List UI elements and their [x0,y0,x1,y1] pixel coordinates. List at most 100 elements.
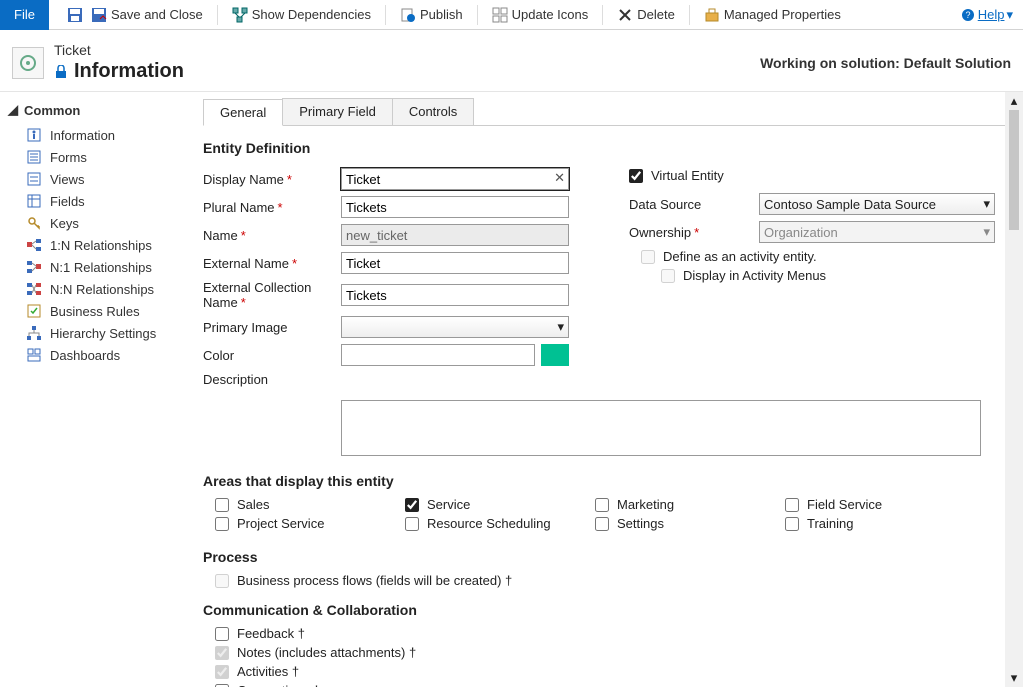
area-label: Settings [617,516,664,531]
help-icon: ? [960,7,976,23]
show-dependencies-button[interactable]: Show Dependencies [224,0,379,30]
area-checkbox[interactable] [215,498,229,512]
label-name: Name [203,228,341,243]
sidebar-item-label: Business Rules [50,304,140,319]
sidebar-item-label: Information [50,128,115,143]
sidebar-item-label: Dashboards [50,348,120,363]
help-label: Help [978,7,1005,22]
svg-text:?: ? [965,10,970,20]
save-close-icon [91,7,107,23]
update-icons-label: Update Icons [512,7,589,22]
sidebar-item-views[interactable]: Views [8,168,187,190]
area-item-project-service: Project Service [203,516,393,531]
display-name-input[interactable] [341,168,569,190]
toolbar: File Save and Close Show Dependencies Pu… [0,0,1023,30]
data-source-select[interactable]: Contoso Sample Data Source▾ [759,193,995,215]
publish-label: Publish [420,7,463,22]
color-input[interactable] [341,344,535,366]
delete-label: Delete [637,7,675,22]
sidebar-item-keys[interactable]: Keys [8,212,187,234]
managed-properties-button[interactable]: Managed Properties [696,0,849,30]
area-item-service: Service [393,497,583,512]
delete-button[interactable]: Delete [609,0,683,30]
sidebar-item-fields[interactable]: Fields [8,190,187,212]
sidebar-item-n-n-relationships[interactable]: N:N Relationships [8,278,187,300]
label-color: Color [203,348,341,363]
save-icon[interactable] [67,7,83,23]
area-checkbox[interactable] [595,517,609,531]
area-checkbox[interactable] [405,517,419,531]
external-collection-name-input[interactable] [341,284,569,306]
scroll-up-icon[interactable]: ▴ [1005,92,1023,110]
sidebar-item-1-n-relationships[interactable]: 1:N Relationships [8,234,187,256]
tab-controls[interactable]: Controls [392,98,474,125]
sidebar-item-label: Fields [50,194,85,209]
sidebar-item-dashboards[interactable]: Dashboards [8,344,187,366]
label-external-collection-name: External Collection Name [203,280,341,310]
sidebar-group-common[interactable]: ◢ Common [8,102,187,118]
area-checkbox[interactable] [785,498,799,512]
save-and-close-label: Save and Close [111,7,203,22]
virtual-entity-checkbox[interactable] [629,169,643,183]
primary-image-select[interactable]: ▾ [341,316,569,338]
name-input [341,224,569,246]
label-virtual-entity: Virtual Entity [651,168,724,183]
sidebar-item-label: Keys [50,216,79,231]
area-checkbox[interactable] [405,498,419,512]
sidebar: ◢ Common Information Forms Views Fields Keys… [0,92,195,687]
comm-checkbox[interactable] [215,627,229,641]
comm-checkbox[interactable] [215,684,229,687]
tab-general[interactable]: General [203,99,283,126]
sidebar-item-label: Hierarchy Settings [50,326,156,341]
section-areas: Areas that display this entity [203,473,995,489]
area-label: Training [807,516,853,531]
sidebar-item-business-rules[interactable]: Business Rules [8,300,187,322]
area-item-sales: Sales [203,497,393,512]
scroll-down-icon[interactable]: ▾ [1005,669,1023,687]
sidebar-item-label: Forms [50,150,87,165]
sidebar-item-hierarchy-settings[interactable]: Hierarchy Settings [8,322,187,344]
publish-icon [400,7,416,23]
file-menu[interactable]: File [0,0,49,30]
label-display-activity-menus: Display in Activity Menus [683,268,826,283]
color-swatch[interactable] [541,344,569,366]
label-data-source: Data Source [629,197,759,212]
comm-item: Activities † [215,664,995,679]
sidebar-item-label: N:N Relationships [50,282,154,297]
sidebar-item-forms[interactable]: Forms [8,146,187,168]
dependencies-icon [232,7,248,23]
sidebar-item-label: N:1 Relationships [50,260,152,275]
plural-name-input[interactable] [341,196,569,218]
comm-label: Activities † [237,664,299,679]
comm-label: Notes (includes attachments) † [237,645,416,660]
area-checkbox[interactable] [785,517,799,531]
help-link[interactable]: ? Help ▾ [960,7,1013,23]
vertical-scrollbar[interactable]: ▴ ▾ [1005,92,1023,687]
publish-button[interactable]: Publish [392,0,471,30]
external-name-input[interactable] [341,252,569,274]
area-label: Sales [237,497,270,512]
section-process: Process [203,549,995,565]
area-checkbox[interactable] [595,498,609,512]
comm-item: Notes (includes attachments) † [215,645,995,660]
update-icons-icon [492,7,508,23]
description-textarea[interactable] [341,400,981,456]
update-icons-button[interactable]: Update Icons [484,0,597,30]
save-and-close-button[interactable]: Save and Close [83,0,211,30]
label-plural-name: Plural Name [203,200,341,215]
scroll-thumb[interactable] [1009,110,1019,230]
show-dependencies-label: Show Dependencies [252,7,371,22]
sidebar-item-information[interactable]: Information [8,124,187,146]
tab-primary-field[interactable]: Primary Field [282,98,393,125]
clear-icon[interactable]: ✕ [554,170,565,186]
keys-icon [26,215,42,231]
area-label: Marketing [617,497,674,512]
dashboards-icon [26,347,42,363]
section-communication: Communication & Collaboration [203,602,995,618]
label-display-name: Display Name [203,172,341,187]
bpf-checkbox [215,574,229,588]
sidebar-item-n-1-relationships[interactable]: N:1 Relationships [8,256,187,278]
display-activity-menus-checkbox [661,269,675,283]
area-checkbox[interactable] [215,517,229,531]
area-label: Resource Scheduling [427,516,551,531]
